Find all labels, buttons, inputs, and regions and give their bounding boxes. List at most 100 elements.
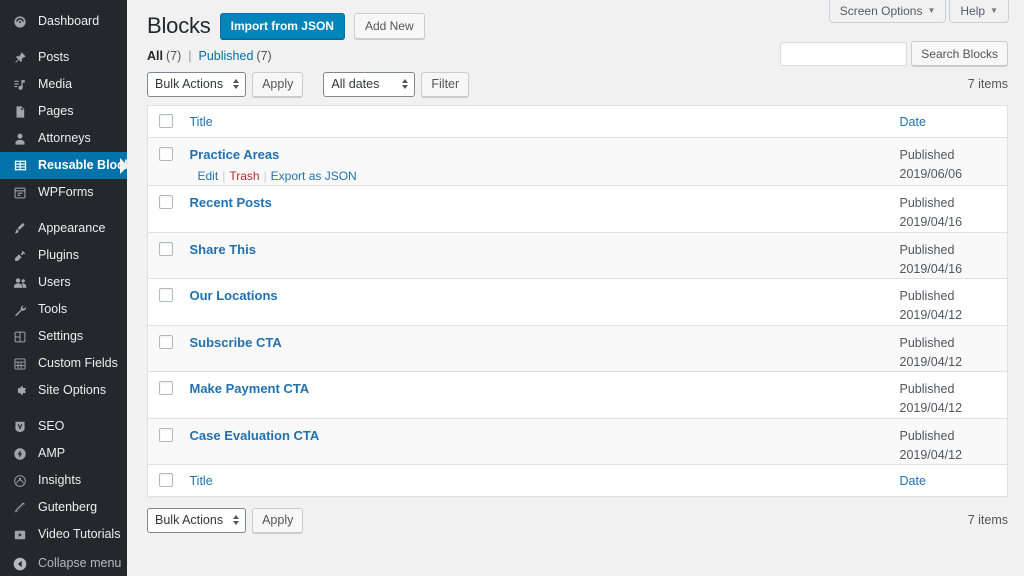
row-checkbox-wrap[interactable] [148, 326, 180, 349]
block-title-link[interactable]: Practice Areas [190, 146, 280, 164]
sidebar-item-label: Settings [38, 329, 84, 344]
sidebar-item-reusable-blocks[interactable]: Reusable Blocks [0, 152, 127, 179]
help-label: Help [960, 4, 986, 18]
sidebar-item-attorneys[interactable]: Attorneys [0, 125, 127, 152]
sidebar-item-media[interactable]: Media [0, 71, 127, 98]
row-checkbox-wrap[interactable] [148, 186, 180, 210]
filter-link-all[interactable]: All (7) [147, 50, 181, 63]
chevron-down-icon: ▼ [927, 6, 936, 15]
action-separator: | [263, 169, 267, 184]
screen-meta-links: Screen Options ▼ Help ▼ [828, 0, 1009, 23]
sidebar-item-gutenberg[interactable]: Gutenberg [0, 494, 127, 521]
bulk-actions-select-top[interactable]: Bulk Actions [147, 71, 247, 97]
search-blocks-button[interactable]: Search Blocks [911, 41, 1008, 66]
row-date: 2019/04/12 [899, 401, 963, 416]
export-as-json-action[interactable]: Export as JSON [271, 169, 357, 183]
row-select-cell [147, 278, 180, 326]
row-checkbox[interactable] [159, 241, 173, 256]
page-title: Blocks [147, 13, 211, 38]
add-new-button[interactable]: Add New [353, 13, 425, 40]
row-status: Published [899, 289, 955, 304]
row-status: Published [899, 196, 955, 211]
sidebar-item-insights[interactable]: Insights [0, 467, 127, 494]
row-checkbox[interactable] [159, 147, 173, 162]
block-title-link[interactable]: Make Payment CTA [190, 380, 310, 398]
sidebar-item-settings[interactable]: Settings [0, 323, 127, 350]
trash-action[interactable]: Trash [229, 169, 259, 183]
select-all-checkbox[interactable] [159, 114, 173, 129]
settings-icon [10, 330, 30, 344]
admin-sidebar: Dashboard Posts Media Pages Attorneys Reusabl… [0, 0, 127, 576]
search-input[interactable] [780, 41, 908, 66]
row-date: 2019/04/12 [899, 308, 963, 323]
row-checkbox[interactable] [159, 427, 173, 442]
sidebar-item-posts[interactable]: Posts [0, 44, 127, 71]
block-title-link[interactable]: Our Locations [190, 287, 278, 305]
sidebar-item-users[interactable]: Users [0, 269, 127, 296]
row-date-cell: Published 2019/04/12 [899, 418, 1008, 466]
row-checkbox-wrap[interactable] [148, 372, 180, 396]
sidebar-item-pages[interactable]: Pages [0, 98, 127, 125]
sidebar-item-label: Media [38, 77, 73, 92]
collapse-arrow-icon [10, 557, 30, 571]
sidebar-item-site-options[interactable]: Site Options [0, 377, 127, 404]
main-content: Screen Options ▼ Help ▼ Blocks Import fr… [127, 0, 1024, 576]
import-from-json-button[interactable]: Import from JSON [219, 13, 345, 40]
sidebar-item-appearance[interactable]: Appearance [0, 215, 127, 242]
select-all-checkbox-wrap-bottom[interactable] [148, 465, 180, 488]
date-column-header[interactable]: Date [899, 105, 1008, 139]
date-column-footer[interactable]: Date [899, 464, 1008, 498]
row-title-wrap: Case Evaluation CTA [180, 419, 900, 459]
sidebar-item-tools[interactable]: Tools [0, 296, 127, 323]
sidebar-item-plugins[interactable]: Plugins [0, 242, 127, 269]
row-checkbox-wrap[interactable] [148, 419, 180, 442]
screen-options-button[interactable]: Screen Options ▼ [828, 0, 947, 23]
date-filter-select[interactable]: All dates [323, 71, 416, 97]
title-column-footer[interactable]: Title [179, 464, 900, 498]
select-all-checkbox-bottom[interactable] [159, 473, 173, 488]
sidebar-separator [0, 206, 127, 215]
help-button[interactable]: Help ▼ [949, 0, 1009, 23]
row-checkbox[interactable] [159, 195, 173, 210]
block-title-link[interactable]: Subscribe CTA [190, 334, 282, 352]
row-select-cell [147, 418, 180, 466]
sidebar-item-video-tutorials[interactable]: Video Tutorials [0, 521, 127, 548]
row-date-wrap: Published 2019/04/16 [900, 233, 1008, 279]
row-checkbox[interactable] [159, 381, 173, 396]
sidebar-item-dashboard[interactable]: Dashboard [0, 8, 127, 35]
sidebar-item-wpforms[interactable]: WPForms [0, 179, 127, 206]
row-checkbox-wrap[interactable] [148, 279, 180, 303]
row-select-cell [147, 325, 180, 373]
block-title-link[interactable]: Case Evaluation CTA [190, 427, 320, 445]
title-footer-label: Title [189, 473, 213, 488]
row-checkbox-wrap[interactable] [148, 138, 180, 162]
row-checkbox-wrap[interactable] [148, 233, 180, 256]
sidebar-separator [0, 404, 127, 413]
sidebar-item-collapse-menu[interactable]: Collapse menu [0, 550, 127, 576]
paintbrush-icon [10, 222, 30, 236]
block-title-link[interactable]: Share This [190, 241, 256, 259]
sidebar-item-custom-fields[interactable]: Custom Fields [0, 350, 127, 377]
apply-button-bottom[interactable]: Apply [252, 507, 304, 533]
row-checkbox[interactable] [159, 334, 173, 349]
filter-button[interactable]: Filter [421, 71, 470, 97]
select-all-checkbox-wrap[interactable] [148, 106, 180, 129]
row-status: Published [899, 382, 955, 397]
sidebar-item-amp[interactable]: AMP [0, 440, 127, 467]
bulk-actions-select-bottom[interactable]: Bulk Actions [147, 507, 247, 533]
sidebar-item-seo[interactable]: SEO [0, 413, 127, 440]
row-title-cell: Make Payment CTA [179, 371, 900, 419]
block-title-link[interactable]: Recent Posts [190, 194, 272, 212]
insights-icon [10, 474, 30, 488]
row-date-cell: Published 2019/04/16 [899, 185, 1008, 233]
sidebar-item-label: Posts [38, 50, 70, 65]
title-column-header[interactable]: Title [179, 105, 900, 139]
row-checkbox[interactable] [159, 288, 173, 303]
video-play-icon [10, 528, 30, 542]
edit-action[interactable]: Edit [198, 169, 219, 183]
apply-button-top[interactable]: Apply [252, 71, 304, 97]
date-footer-label: Date [899, 473, 926, 488]
seo-icon [10, 420, 30, 434]
filter-link-published[interactable]: Published (7) [199, 50, 272, 63]
row-date: 2019/04/12 [899, 354, 963, 369]
